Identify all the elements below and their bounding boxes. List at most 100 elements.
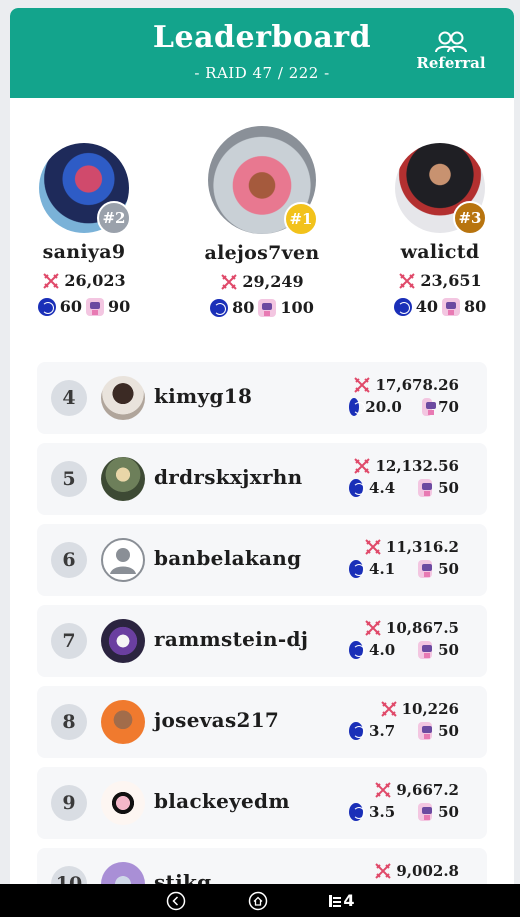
steem-reward: 4.4 [369, 479, 396, 497]
steem-icon [349, 722, 366, 740]
mascot-reward: 50 [438, 722, 459, 740]
steem-icon [37, 297, 56, 316]
rank-number: 5 [51, 461, 87, 497]
swords-icon [354, 458, 371, 474]
stats: 10,867.5 4.0 50 [349, 619, 459, 659]
header: Leaderboard - RAID 47 / 222 - Referral [10, 8, 514, 98]
mascot-reward: 50 [438, 641, 459, 659]
swords-icon [375, 782, 392, 798]
score-value: 26,023 [64, 271, 126, 290]
steem-reward: 60 [59, 297, 82, 316]
score: 26,023 [24, 271, 144, 290]
avatar [101, 619, 145, 663]
steem-icon [210, 298, 229, 317]
referral-button[interactable]: Referral [416, 30, 486, 72]
tabs-count: 4 [343, 891, 355, 910]
steem-reward: 80 [232, 298, 255, 317]
mascot-icon [418, 722, 433, 740]
rank-number: 8 [51, 704, 87, 740]
username: blackeyedm [154, 789, 290, 813]
mascot-icon [258, 298, 277, 317]
score-value: 12,132.56 [375, 457, 459, 475]
rewards: 80 100 [200, 298, 324, 317]
mascot-reward: 50 [438, 479, 459, 497]
leaderboard-card: Leaderboard - RAID 47 / 222 - Referral #… [10, 8, 514, 908]
swords-icon [354, 377, 371, 393]
home-icon [249, 891, 268, 910]
mascot-icon [421, 398, 437, 416]
mascot-reward: 80 [464, 297, 487, 316]
avatar [101, 700, 145, 744]
username: saniya9 [42, 241, 126, 263]
rank-badge: #2 [97, 201, 131, 235]
steem-icon [349, 803, 366, 821]
chevron-left-icon [167, 891, 186, 910]
list-item[interactable]: 4 kimyg18 17,678.26 20.0 70 [37, 362, 487, 434]
score: 29,249 [200, 272, 324, 291]
rank-number: 7 [51, 623, 87, 659]
mascot-icon [442, 297, 460, 316]
stats: 12,132.56 4.4 50 [349, 457, 459, 497]
stats: 11,316.2 4.1 50 [349, 538, 459, 578]
stats: 9,667.2 3.5 50 [349, 781, 459, 821]
mascot-icon [418, 641, 433, 659]
rank-number: 4 [51, 380, 87, 416]
username: rammstein-dj [154, 627, 309, 651]
avatar: #3 [395, 143, 487, 235]
avatar: #2 [39, 143, 131, 235]
username: banbelakang [154, 546, 302, 570]
podium-second[interactable]: #2 saniya9 26,023 60 90 [24, 143, 144, 316]
username: walictd [400, 241, 480, 263]
stats: 9,002.8 [349, 862, 459, 880]
score-value: 10,226 [401, 700, 459, 718]
ranking-list: 4 kimyg18 17,678.26 20.0 70 5 drdrskxjxrh… [37, 362, 487, 908]
steem-reward: 4.0 [369, 641, 396, 659]
score-value: 11,316.2 [385, 538, 459, 556]
score: 23,651 [380, 271, 500, 290]
home-button[interactable] [247, 890, 269, 912]
mascot-icon [418, 479, 433, 497]
mascot-reward: 70 [438, 398, 459, 416]
mascot-reward: 50 [438, 803, 459, 821]
username: drdrskxjxrhn [154, 465, 303, 489]
list-item[interactable]: 8 josevas217 10,226 3.7 50 [37, 686, 487, 758]
mascot-icon [86, 297, 104, 316]
username: josevas217 [154, 708, 280, 732]
mascot-reward: 100 [280, 298, 314, 317]
rank-badge: #3 [453, 201, 487, 235]
rank-badge: #1 [284, 202, 318, 236]
score-value: 17,678.26 [375, 376, 459, 394]
score-value: 29,249 [242, 272, 304, 291]
steem-icon [349, 560, 366, 578]
avatar [101, 376, 145, 420]
steem-icon [349, 398, 366, 416]
steem-reward: 20.0 [365, 398, 402, 416]
steem-reward: 40 [415, 297, 438, 316]
bottom-nav-bar: 4 [0, 884, 520, 917]
podium-third[interactable]: #3 walictd 23,651 40 80 [380, 143, 500, 316]
mascot-icon [418, 560, 433, 578]
back-button[interactable] [165, 890, 187, 912]
rewards: 40 80 [380, 297, 500, 316]
default-avatar-icon [101, 538, 145, 582]
rank-number: 9 [51, 785, 87, 821]
list-item[interactable]: 6 banbelakang 11,316.2 4.1 50 [37, 524, 487, 596]
users-icon [435, 31, 467, 53]
steem-icon [349, 641, 366, 659]
podium: #2 saniya9 26,023 60 90 #1 alejos7ven 29… [10, 126, 514, 341]
avatar: #1 [208, 126, 318, 236]
avatar [101, 457, 145, 501]
swords-icon [365, 620, 381, 636]
tabs-button[interactable]: 4 [329, 891, 355, 910]
username: alejos7ven [204, 242, 320, 264]
score-value: 23,651 [420, 271, 482, 290]
swords-icon [221, 273, 238, 290]
list-item[interactable]: 5 drdrskxjxrhn 12,132.56 4.4 50 [37, 443, 487, 515]
username: kimyg18 [154, 384, 253, 408]
mascot-reward: 50 [438, 560, 459, 578]
podium-first[interactable]: #1 alejos7ven 29,249 80 100 [200, 126, 324, 317]
swords-icon [43, 272, 60, 289]
mascot-icon [418, 803, 433, 821]
list-item[interactable]: 9 blackeyedm 9,667.2 3.5 50 [37, 767, 487, 839]
list-item[interactable]: 7 rammstein-dj 10,867.5 4.0 50 [37, 605, 487, 677]
